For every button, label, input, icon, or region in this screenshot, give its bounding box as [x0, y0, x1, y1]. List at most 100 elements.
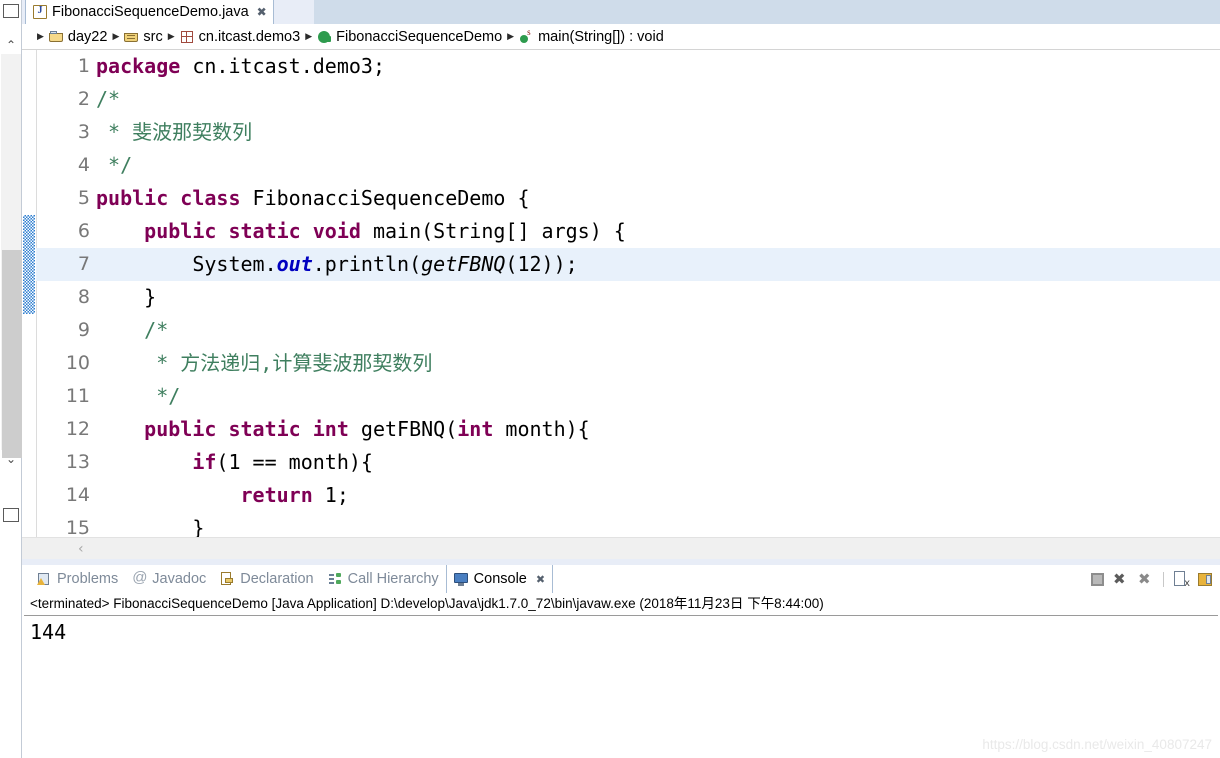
line-number: 3: [77, 121, 90, 143]
close-icon[interactable]: ✖: [257, 6, 267, 18]
code-token: */: [156, 384, 181, 408]
scroll-left-chevron-icon[interactable]: ‹: [78, 539, 84, 559]
scroll-lock-button[interactable]: [1198, 571, 1214, 587]
scroll-up-chevron-icon[interactable]: ⌃: [0, 38, 22, 52]
editor-horizontal-scrollbar[interactable]: ‹: [22, 537, 1220, 560]
breadcrumb-label-method: main(String[]) : void: [538, 28, 664, 45]
code-line[interactable]: 9 /*: [36, 314, 1220, 347]
line-text: public class FibonacciSequenceDemo {: [96, 182, 529, 215]
line-text: public static int getFBNQ(int month){: [96, 413, 590, 446]
code-line-list[interactable]: 1 package cn.itcast.demo3; 2 /* 3 * 斐波那契数列 4 …: [36, 50, 1220, 537]
line-text: /*: [96, 314, 168, 347]
view-tab-label: Problems: [57, 571, 119, 587]
line-number: 15: [65, 517, 90, 537]
line-number: 6: [77, 220, 90, 242]
breadcrumb-item-method[interactable]: main(String[]) : void: [519, 27, 664, 45]
left-scroll-thumb[interactable]: [2, 250, 22, 458]
line-number: 8: [77, 286, 90, 308]
code-line[interactable]: 5 public class FibonacciSequenceDemo {: [36, 182, 1220, 215]
package-icon: [180, 30, 195, 44]
line-text: return 1;: [96, 479, 349, 512]
editor-tab-empty-space: [314, 0, 1220, 24]
code-token: * 方法递归,计算斐波那契数列: [156, 351, 433, 375]
breadcrumb-item-package[interactable]: cn.itcast.demo3: [180, 29, 300, 45]
line-text: System.out.println(getFBNQ(12));: [96, 248, 578, 281]
console-view: Problems Javadoc Declaration Call Hierarchy…: [22, 565, 1220, 758]
code-line[interactable]: 3 * 斐波那契数列: [36, 116, 1220, 149]
editor-tab-fibonaccisequencedemo[interactable]: FibonacciSequenceDemo.java ✖: [25, 0, 274, 24]
view-tab-label: Declaration: [240, 571, 314, 587]
line-number: 12: [65, 418, 90, 440]
code-line[interactable]: 14 return 1;: [36, 479, 1220, 512]
view-tab-problems[interactable]: Problems: [30, 565, 125, 593]
code-token: /*: [96, 87, 121, 111]
breadcrumb-arrow-4: ▶: [507, 31, 515, 42]
code-line[interactable]: 6 public static void main(String[] args)…: [36, 215, 1220, 248]
line-text: package cn.itcast.demo3;: [96, 50, 385, 83]
view-tab-call-hierarchy[interactable]: Call Hierarchy: [321, 565, 446, 593]
breadcrumb-item-project[interactable]: day22: [48, 29, 107, 45]
breadcrumb-item-source-folder[interactable]: src: [124, 29, 163, 45]
code-line[interactable]: 10 * 方法递归,计算斐波那契数列: [36, 347, 1220, 380]
left-scroll-track[interactable]: [1, 54, 22, 458]
code-token: FibonacciSequenceDemo {: [240, 186, 530, 210]
view-tab-declaration[interactable]: Declaration: [213, 565, 320, 593]
restore-view-icon-bottom[interactable]: [3, 508, 19, 522]
source-code-editor[interactable]: 1 package cn.itcast.demo3; 2 /* 3 * 斐波那契数列 4 …: [22, 50, 1220, 537]
javadoc-icon: [132, 569, 147, 586]
code-token: getFBNQ(: [348, 417, 458, 441]
breadcrumb-arrow-3: ▶: [305, 31, 313, 42]
line-text: if(1 == month){: [96, 446, 373, 479]
line-number: 4: [77, 154, 90, 176]
view-tab-label: Console: [473, 571, 527, 587]
code-line[interactable]: 7 System.out.println(getFBNQ(12));: [36, 248, 1220, 281]
editor-tab-strip: FibonacciSequenceDemo.java ✖: [22, 0, 1220, 24]
code-line[interactable]: 12 public static int getFBNQ(int month){: [36, 413, 1220, 446]
breadcrumb-item-class[interactable]: FibonacciSequenceDemo: [317, 29, 502, 45]
eclipse-window: ⌃ ⌄ FibonacciSequenceDemo.java ✖ ▶ day22…: [0, 0, 1220, 758]
code-line[interactable]: 2 /*: [36, 83, 1220, 116]
line-text: * 方法递归,计算斐波那契数列: [96, 347, 432, 380]
code-token: return: [240, 483, 313, 507]
line-number: 2: [77, 88, 90, 110]
code-token: month){: [493, 417, 590, 441]
code-line[interactable]: 4 */: [36, 149, 1220, 182]
restore-view-icon-top[interactable]: [3, 4, 19, 18]
line-text: }: [96, 281, 156, 314]
problems-icon: [37, 572, 52, 586]
code-token: (12));: [505, 252, 578, 276]
code-line[interactable]: 11 */: [36, 380, 1220, 413]
code-token: .println(: [312, 252, 422, 276]
breadcrumb-label-class: FibonacciSequenceDemo: [336, 28, 503, 45]
code-line[interactable]: 13 if(1 == month){: [36, 446, 1220, 479]
code-token: }: [96, 285, 157, 309]
annotation-ruler[interactable]: [22, 50, 37, 537]
terminate-button[interactable]: [1091, 572, 1104, 586]
console-output[interactable]: 144: [22, 616, 1220, 756]
code-token: package: [96, 54, 181, 78]
line-number: 11: [65, 385, 90, 407]
view-tab-javadoc[interactable]: Javadoc: [125, 565, 213, 593]
code-line[interactable]: 1 package cn.itcast.demo3;: [36, 50, 1220, 83]
clear-console-button[interactable]: [1173, 571, 1190, 589]
code-token: */: [96, 153, 133, 177]
code-token: }: [96, 516, 205, 537]
editor-tab-label: FibonacciSequenceDemo.java: [52, 4, 249, 20]
scroll-down-chevron-icon[interactable]: ⌄: [0, 452, 22, 466]
line-number: 1: [77, 55, 90, 77]
code-token: if: [192, 450, 217, 474]
close-icon[interactable]: ✖: [536, 573, 545, 586]
code-line[interactable]: 15 }: [36, 512, 1220, 537]
view-tab-console[interactable]: Console ✖: [445, 565, 554, 593]
code-line[interactable]: 8 }: [36, 281, 1220, 314]
code-token: public static void: [144, 219, 361, 243]
remove-launch-button[interactable]: ✖: [1113, 571, 1129, 587]
remove-all-terminated-button[interactable]: ✖: [1138, 571, 1154, 587]
source-folder-icon: [124, 30, 139, 44]
